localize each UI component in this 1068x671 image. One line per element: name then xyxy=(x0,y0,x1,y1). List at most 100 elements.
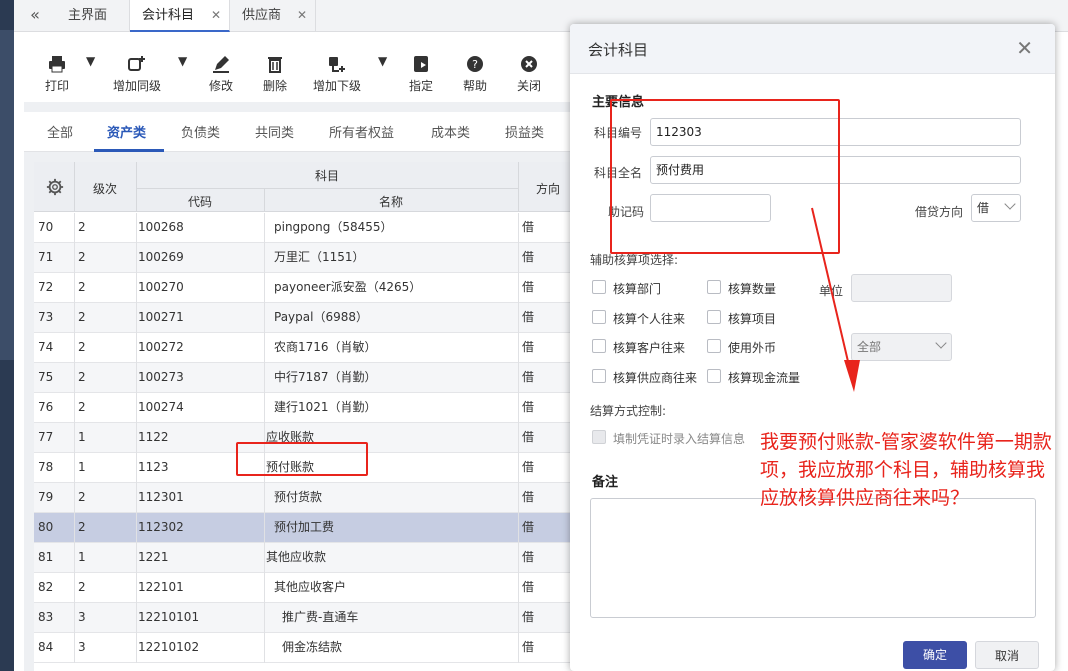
edit-button[interactable]: 修改 xyxy=(206,54,236,94)
row-direction: 借 xyxy=(522,610,535,624)
row-direction: 借 xyxy=(522,490,535,504)
dialog-header: 会计科目 ✕ xyxy=(570,24,1055,74)
row-name: 预付货款 xyxy=(274,490,323,504)
delete-label: 删除 xyxy=(262,79,287,93)
tab-cost[interactable]: 成本类 xyxy=(431,122,470,141)
row-code: 12210102 xyxy=(138,640,200,654)
table-row[interactable]: 80 2 112302 预付加工费 借 xyxy=(34,513,570,543)
chevron-down-icon xyxy=(1004,198,1016,210)
annotation-arrow xyxy=(811,207,860,392)
table-row[interactable]: 71 2 100269 万里汇（1151） 借 xyxy=(34,243,570,273)
help-button[interactable]: ? 帮助 xyxy=(460,54,490,94)
row-code: 112301 xyxy=(138,490,184,504)
tab-liabilities[interactable]: 负债类 xyxy=(181,122,220,141)
sidebar-block xyxy=(0,30,14,360)
tab-label: 会计科目 xyxy=(142,8,195,23)
row-name: 其他应收款 xyxy=(266,550,327,564)
row-number: 73 xyxy=(38,310,54,324)
row-name: 推广费-直通车 xyxy=(282,610,359,624)
row-level: 1 xyxy=(78,460,86,474)
row-level: 1 xyxy=(78,430,86,444)
gear-icon[interactable] xyxy=(46,178,64,196)
assign-button[interactable]: 指定 xyxy=(406,54,436,94)
row-level: 2 xyxy=(78,340,86,354)
header-direction: 方向 xyxy=(535,182,560,196)
print-button[interactable]: 打印 xyxy=(42,54,72,94)
chevron-down-icon[interactable]: ▼ xyxy=(378,54,387,68)
close-icon[interactable]: ✕ xyxy=(1016,36,1033,60)
row-direction: 借 xyxy=(522,460,535,474)
row-number: 75 xyxy=(38,370,54,384)
row-level: 2 xyxy=(78,490,86,504)
table-row[interactable]: 79 2 112301 预付货款 借 xyxy=(34,483,570,513)
checkbox-department[interactable] xyxy=(592,280,606,294)
header-subject: 科目 xyxy=(314,169,339,183)
row-code: 112302 xyxy=(138,520,184,534)
header-name: 名称 xyxy=(378,195,403,209)
table-row[interactable]: 72 2 100270 payoneer派安盈（4265） 借 xyxy=(34,273,570,303)
checkbox-foreign-currency[interactable] xyxy=(707,339,721,353)
checkbox-project[interactable] xyxy=(707,310,721,324)
row-level: 2 xyxy=(78,280,86,294)
row-direction: 借 xyxy=(522,250,535,264)
row-name: Paypal（6988） xyxy=(274,310,368,324)
memo-textarea[interactable] xyxy=(590,498,1036,618)
close-button[interactable]: 关闭 xyxy=(514,54,544,94)
delete-button[interactable]: 删除 xyxy=(260,54,290,94)
printer-icon xyxy=(49,56,65,73)
add-child-button[interactable]: 增加下级 xyxy=(310,54,364,94)
row-level: 2 xyxy=(78,370,86,384)
close-icon[interactable]: ✕ xyxy=(297,0,307,31)
table-row[interactable]: 70 2 100268 pingpong（58455） 借 xyxy=(34,213,570,243)
checkbox-supplier[interactable] xyxy=(592,369,606,383)
row-number: 70 xyxy=(38,220,54,234)
confirm-button[interactable]: 确定 xyxy=(903,641,967,669)
table-row[interactable]: 82 2 122101 其他应收客户 借 xyxy=(34,573,570,603)
row-level: 2 xyxy=(78,580,86,594)
row-level: 2 xyxy=(78,400,86,414)
table-row[interactable]: 73 2 100271 Paypal（6988） 借 xyxy=(34,303,570,333)
collapse-icon[interactable]: « xyxy=(14,0,56,32)
add-same-level-button[interactable]: 增加同级 xyxy=(110,54,164,94)
row-number: 71 xyxy=(38,250,54,264)
cancel-button[interactable]: 取消 xyxy=(975,641,1039,669)
tab-common[interactable]: 共同类 xyxy=(255,122,294,141)
checkbox-customer[interactable] xyxy=(592,339,606,353)
direction-label: 借贷方向 xyxy=(915,205,964,219)
row-code: 100268 xyxy=(138,220,184,234)
tab-profit-loss[interactable]: 损益类 xyxy=(505,122,544,141)
row-direction: 借 xyxy=(522,400,535,414)
accounts-grid: 级次 科目 代码 名称 方向 70 2 100268 pingpong（58455） 借… xyxy=(34,162,570,671)
row-number: 83 xyxy=(38,610,54,624)
table-row[interactable]: 83 3 12210101 推广费-直通车 借 xyxy=(34,603,570,633)
table-row[interactable]: 74 2 100272 农商1716（肖敏） 借 xyxy=(34,333,570,363)
checkbox-label: 核算供应商往来 xyxy=(613,371,698,385)
help-label: 帮助 xyxy=(462,79,487,93)
tab-assets[interactable]: 资产类 xyxy=(107,122,146,141)
row-code: 100270 xyxy=(138,280,184,294)
table-row[interactable]: 75 2 100273 中行7187（肖勤） 借 xyxy=(34,363,570,393)
row-name: 建行1021（肖勤） xyxy=(274,400,377,414)
chevron-down-icon[interactable]: ▼ xyxy=(86,54,95,68)
row-code: 100273 xyxy=(138,370,184,384)
checkbox-quantity[interactable] xyxy=(707,280,721,294)
close-label: 关闭 xyxy=(516,79,541,93)
tab-home[interactable]: 主界面 xyxy=(56,0,130,32)
row-code: 100271 xyxy=(138,310,184,324)
checkbox-cash-flow[interactable] xyxy=(707,369,721,383)
row-name: 农商1716（肖敏） xyxy=(274,340,377,354)
table-row[interactable]: 84 3 12210102 佣金冻结款 借 xyxy=(34,633,570,663)
table-row[interactable]: 81 1 1221 其他应收款 借 xyxy=(34,543,570,573)
checkbox-personal[interactable] xyxy=(592,310,606,324)
tab-equity[interactable]: 所有者权益 xyxy=(329,122,394,141)
tab-all[interactable]: 全部 xyxy=(47,122,73,141)
table-row[interactable]: 76 2 100274 建行1021（肖勤） 借 xyxy=(34,393,570,423)
chevron-down-icon[interactable]: ▼ xyxy=(178,54,187,68)
direction-select[interactable]: 借 xyxy=(971,194,1021,222)
tab-accounts[interactable]: 会计科目 ✕ xyxy=(130,0,230,32)
tab-suppliers[interactable]: 供应商 ✕ xyxy=(230,0,316,32)
close-icon[interactable]: ✕ xyxy=(211,0,221,31)
row-direction: 借 xyxy=(522,520,535,534)
tab-label: 主界面 xyxy=(68,8,108,23)
pencil-icon xyxy=(213,56,229,73)
